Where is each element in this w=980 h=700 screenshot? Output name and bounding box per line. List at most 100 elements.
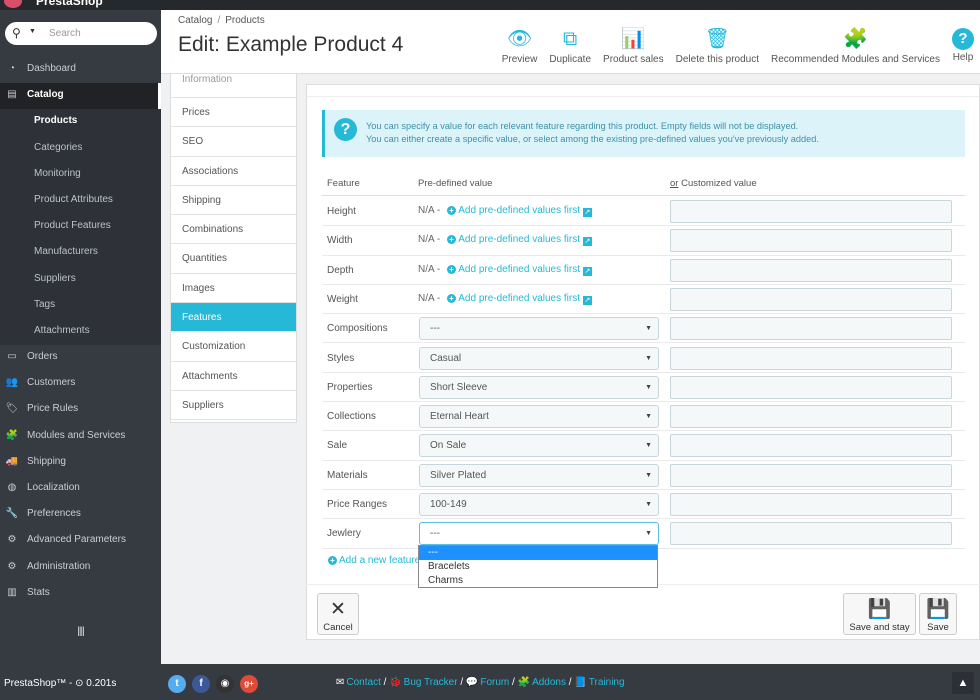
product-sales-button[interactable]: 📊 Product sales xyxy=(597,26,670,70)
add-predefined-link[interactable]: + Add pre-defined values first ↗ xyxy=(447,234,592,247)
sidebar-item-product-attributes[interactable]: Product Attributes xyxy=(0,187,161,215)
sidebar-item-dashboard[interactable]: ◔ Dashboard xyxy=(0,57,161,83)
sidebar-item-manufacturers[interactable]: Manufacturers xyxy=(0,240,161,267)
sidebar-item-monitoring[interactable]: Monitoring xyxy=(0,161,161,188)
sidebar-item-product-features[interactable]: Product Features xyxy=(0,214,161,241)
sidebar-item-stats[interactable]: ▥ Stats xyxy=(0,581,161,607)
tab-suppliers[interactable]: Suppliers xyxy=(171,391,296,421)
arrow-up-icon[interactable]: ▲ xyxy=(952,672,974,694)
tab-shipping[interactable]: Shipping xyxy=(171,186,296,216)
add-feature-link[interactable]: + Add a new feature xyxy=(328,555,420,566)
col-feature: Feature xyxy=(327,178,360,189)
footer-link-bug-tracker[interactable]: 🐞 Bug Tracker xyxy=(389,677,457,688)
add-predefined-link[interactable]: + Add pre-defined values first ↗ xyxy=(447,264,592,276)
breadcrumb-products[interactable]: Products xyxy=(225,15,264,26)
feature-name: Weight xyxy=(327,293,358,305)
jewlery-dropdown-list[interactable]: --- Bracelets Charms xyxy=(418,545,658,588)
sidebar-item-categories[interactable]: Categories xyxy=(0,135,161,162)
dropdown-option[interactable]: --- xyxy=(419,546,657,560)
chevron-down-icon[interactable]: ▼ xyxy=(29,28,36,35)
dropdown-option[interactable]: Bracelets xyxy=(419,560,657,574)
predefined-select[interactable]: --- ▼ xyxy=(419,522,659,546)
predefined-select[interactable]: Silver Plated ▼ xyxy=(419,463,659,487)
google-plus-icon[interactable]: g+ xyxy=(240,675,258,693)
sidebar-item-price-rules[interactable]: 🏷 Price Rules xyxy=(0,397,161,423)
facebook-icon[interactable]: f xyxy=(192,675,210,693)
version-info: PrestaShop™ - ⊙ 0.201s xyxy=(4,678,117,689)
duplicate-button[interactable]: ⧉ Duplicate xyxy=(543,26,597,70)
tab-features[interactable]: Features xyxy=(171,303,296,333)
sidebar-item-localization[interactable]: ◍ Localization xyxy=(0,476,161,502)
dashboard-icon: ◔ xyxy=(8,63,16,74)
recommended-modules-and-services-button[interactable]: 🧩 Recommended Modules and Services xyxy=(765,26,946,70)
predefined-select[interactable]: Casual ▼ xyxy=(419,346,659,370)
add-predefined-link[interactable]: + Add pre-defined values first ↗ xyxy=(447,293,592,305)
bar-chart-icon: 📊 xyxy=(620,28,646,50)
breadcrumb-catalog[interactable]: Catalog xyxy=(178,15,212,26)
predefined-select[interactable]: Short Sleeve ▼ xyxy=(419,375,659,399)
sidebar-item-preferences[interactable]: 🔧 Preferences xyxy=(0,502,161,528)
sidebar-item-suppliers[interactable]: Suppliers xyxy=(0,266,161,293)
sidebar-item-advanced-parameters[interactable]: ⚙ Advanced Parameters xyxy=(0,528,161,554)
footer-link-addons[interactable]: 🧩 Addons xyxy=(518,677,566,688)
customized-value-input[interactable] xyxy=(670,493,952,516)
page-title: Edit: Example Product 4 xyxy=(178,33,404,56)
customized-value-input[interactable] xyxy=(670,434,952,458)
predefined-select[interactable]: 100-149 ▼ xyxy=(419,493,659,516)
sidebar-item-catalog[interactable]: ▤ Catalog xyxy=(0,83,161,110)
tab-associations[interactable]: Associations xyxy=(171,157,296,186)
sidebar-item-modules-and-services[interactable]: 🧩 Modules and Services xyxy=(0,424,161,450)
sidebar-item-tags[interactable]: Tags xyxy=(0,292,161,319)
add-predefined-link[interactable]: + Add pre-defined values first ↗ xyxy=(447,205,592,217)
customized-value-input[interactable] xyxy=(670,522,952,546)
predefined-select[interactable]: On Sale ▼ xyxy=(419,434,659,458)
external-link-icon: ↗ xyxy=(582,237,592,247)
preview-button[interactable]: 👁 Preview xyxy=(496,26,544,70)
search-icon[interactable]: ⚲ xyxy=(12,26,21,40)
github-icon[interactable]: ◉ xyxy=(216,675,234,693)
search-input[interactable]: Search xyxy=(49,28,81,39)
tab-combinations[interactable]: Combinations xyxy=(171,215,296,245)
feature-name: Properties xyxy=(327,381,373,393)
tab-information[interactable]: Information xyxy=(171,74,296,98)
footer-link-contact[interactable]: ✉ Contact xyxy=(336,677,381,688)
customized-value-input[interactable] xyxy=(670,375,952,399)
dropdown-option[interactable]: Charms xyxy=(419,574,657,588)
customized-value-input[interactable] xyxy=(670,346,952,370)
customized-value-input[interactable] xyxy=(670,405,952,429)
cancel-button[interactable]: ✕ Cancel xyxy=(317,593,359,635)
search-box[interactable]: ⚲ ▼ Search xyxy=(5,22,157,45)
sidebar-item-administration[interactable]: ⚙ Administration xyxy=(0,555,161,581)
save-and-stay-button[interactable]: 💾 Save and stay xyxy=(843,593,916,635)
save-button[interactable]: 💾 Save xyxy=(919,593,957,635)
brand-name: PrestaShop xyxy=(36,0,103,8)
price-rules-icon: 🏷 xyxy=(5,403,19,415)
customized-value-input[interactable] xyxy=(670,287,952,311)
tab-customization[interactable]: Customization xyxy=(171,332,296,362)
twitter-icon[interactable]: t xyxy=(168,675,186,693)
customized-value-input[interactable] xyxy=(670,317,952,341)
help-button[interactable]: ? Help xyxy=(946,26,980,70)
sidebar-item-shipping[interactable]: 🚚 Shipping xyxy=(0,450,161,476)
customized-value-input[interactable] xyxy=(670,258,952,282)
sidebar-item-products[interactable]: Products xyxy=(0,109,161,136)
sidebar-item-orders[interactable]: ▭ Orders xyxy=(0,345,161,371)
footer-link-forum[interactable]: 💬 Forum xyxy=(466,677,509,688)
sidebar-item-label: Price Rules xyxy=(27,403,79,415)
customized-value-input[interactable] xyxy=(670,229,952,253)
customized-value-input[interactable] xyxy=(670,200,952,223)
predefined-select[interactable]: Eternal Heart ▼ xyxy=(419,405,659,429)
footer-link-training[interactable]: 📘 Training xyxy=(574,677,624,688)
tab-prices[interactable]: Prices xyxy=(171,98,296,128)
sidebar-collapse-handle[interactable]: |||| xyxy=(0,607,161,657)
predefined-select[interactable]: --- ▼ xyxy=(419,317,659,341)
sidebar-item-customers[interactable]: 👥 Customers xyxy=(0,371,161,397)
tab-seo[interactable]: SEO xyxy=(171,127,296,157)
tab-images[interactable]: Images xyxy=(171,274,296,304)
customized-value-input[interactable] xyxy=(670,463,952,487)
delete-this-product-button[interactable]: 🗑 Delete this product xyxy=(670,26,765,70)
sidebar-item-attachments[interactable]: Attachments xyxy=(0,318,161,346)
sidebar-item-label: Administration xyxy=(27,560,91,572)
tab-attachments[interactable]: Attachments xyxy=(171,362,296,391)
tab-quantities[interactable]: Quantities xyxy=(171,244,296,274)
